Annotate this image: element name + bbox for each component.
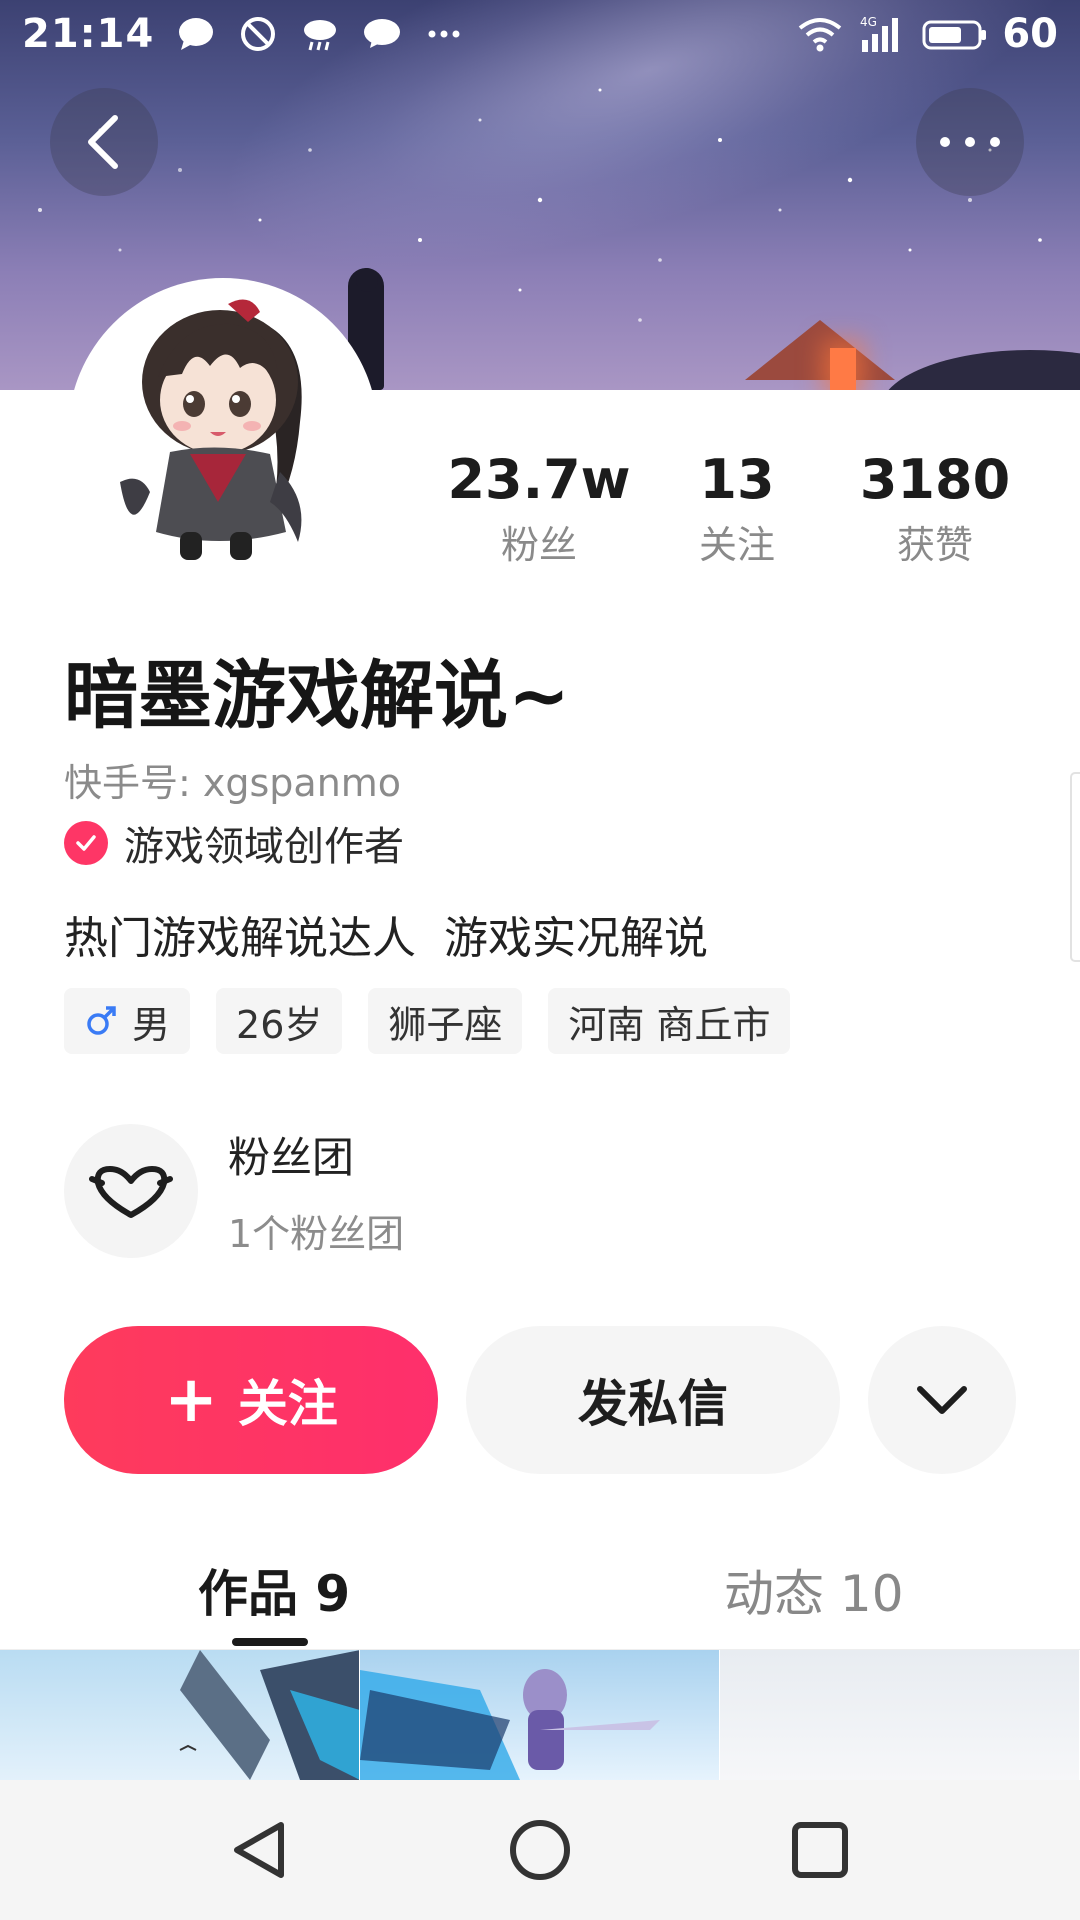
status-right: 4G 60: [796, 11, 1058, 57]
chat-bubble-icon: [179, 18, 214, 50]
profile-actions: + 关注 发私信: [64, 1326, 1016, 1474]
fan-club-icon-wrap: [64, 1124, 198, 1258]
stat-value: 23.7w: [447, 448, 631, 511]
stat-value: 3180: [859, 448, 1011, 511]
avatar[interactable]: [110, 282, 340, 592]
stat-label: 获赞: [896, 523, 973, 567]
send-message-button[interactable]: 发私信: [466, 1326, 840, 1474]
works-grid: [0, 1650, 1080, 1780]
do-not-disturb-icon: [241, 17, 276, 51]
tag-age-label: 26岁: [236, 1002, 323, 1047]
tag-zodiac: 狮子座: [368, 988, 523, 1054]
stat-following[interactable]: 13 关注: [638, 448, 836, 569]
tag-location-label: 河南 商丘市: [568, 1002, 771, 1047]
work-thumbnail[interactable]: [360, 1650, 719, 1780]
expand-recommend-button[interactable]: [868, 1326, 1016, 1474]
tab-moments[interactable]: 动态 10: [724, 1554, 904, 1626]
profile-bio: 热门游戏解说达人 游戏实况解说: [64, 913, 708, 964]
fan-club-count: 1个粉丝团: [228, 1212, 405, 1256]
fan-club-texts: 粉丝团 1个粉丝团: [228, 1124, 404, 1258]
fan-club-entry[interactable]: 粉丝团 1个粉丝团: [64, 1124, 404, 1258]
work-thumbnail[interactable]: [0, 1650, 359, 1780]
stat-label: 粉丝: [500, 523, 577, 567]
nav-back-icon[interactable]: [225, 1815, 295, 1885]
silhouette-head: [356, 268, 378, 292]
follow-label: 关注: [237, 1375, 338, 1433]
creator-certification[interactable]: 游戏领域创作者: [64, 814, 404, 872]
stat-followers[interactable]: 23.7w 粉丝: [440, 448, 638, 569]
system-nav-bar: [0, 1780, 1080, 1920]
male-icon: [87, 1006, 116, 1035]
back-button[interactable]: [50, 88, 158, 196]
battery-level: 60: [1002, 11, 1058, 57]
nav-home-icon[interactable]: [505, 1815, 575, 1885]
tag-age: 26岁: [216, 988, 343, 1054]
profile-stats: 23.7w 粉丝 13 关注 3180 获赞: [440, 448, 1034, 569]
certification-label: 游戏领域创作者: [124, 824, 404, 870]
nav-recents-icon[interactable]: [785, 1815, 855, 1885]
tab-works[interactable]: 作品 9: [198, 1554, 350, 1626]
content-tabs: 作品 9 动态 10: [0, 1540, 1080, 1650]
svg-text:4G: 4G: [860, 15, 877, 29]
cell-signal-icon: 4G: [860, 15, 899, 52]
chevron-down-icon: [917, 1386, 967, 1414]
profile-name: 暗墨游戏解说~: [64, 653, 571, 739]
stat-label: 关注: [698, 523, 775, 567]
tag-location: 河南 商丘市: [548, 988, 791, 1054]
cabin-window: [830, 348, 856, 390]
message-icon: [364, 19, 401, 48]
notification-icons: [176, 14, 464, 54]
more-dots-icon: [428, 30, 460, 38]
battery-icon: [922, 20, 987, 50]
follow-button[interactable]: + 关注: [64, 1326, 438, 1474]
profile-tags: 男 26岁 狮子座 河南 商丘市: [64, 988, 791, 1054]
stat-value: 13: [699, 448, 775, 511]
stat-likes[interactable]: 3180 获赞: [836, 448, 1034, 569]
send-message-label: 发私信: [578, 1375, 728, 1433]
fan-club-title: 粉丝团: [228, 1133, 355, 1182]
tag-zodiac-label: 狮子座: [388, 1002, 503, 1047]
status-time: 21:14: [22, 11, 155, 57]
kuaishou-id[interactable]: 快手号: xgspanmo: [64, 752, 401, 807]
thumbnail-art: [360, 1669, 660, 1780]
chevron-left-icon: [88, 115, 118, 169]
more-options-button[interactable]: [916, 88, 1024, 196]
thumbnail-art: [179, 1650, 359, 1780]
work-thumbnail[interactable]: [720, 1650, 1079, 1780]
cabin-roof: [745, 320, 895, 380]
weather-icon: [304, 20, 337, 51]
status-bar: 21:14 4G 60: [0, 0, 1080, 68]
heart-badge-icon: [89, 1166, 173, 1218]
wifi-icon: [799, 18, 842, 52]
verified-check-icon: [64, 821, 108, 865]
plus-icon: +: [164, 1363, 218, 1437]
tag-gender: 男: [64, 988, 191, 1054]
more-horizontal-icon: [940, 137, 1000, 147]
tag-gender-label: 男: [132, 1002, 171, 1047]
tab-indicator: [232, 1638, 308, 1646]
scroll-edge-hint: [1070, 772, 1080, 962]
